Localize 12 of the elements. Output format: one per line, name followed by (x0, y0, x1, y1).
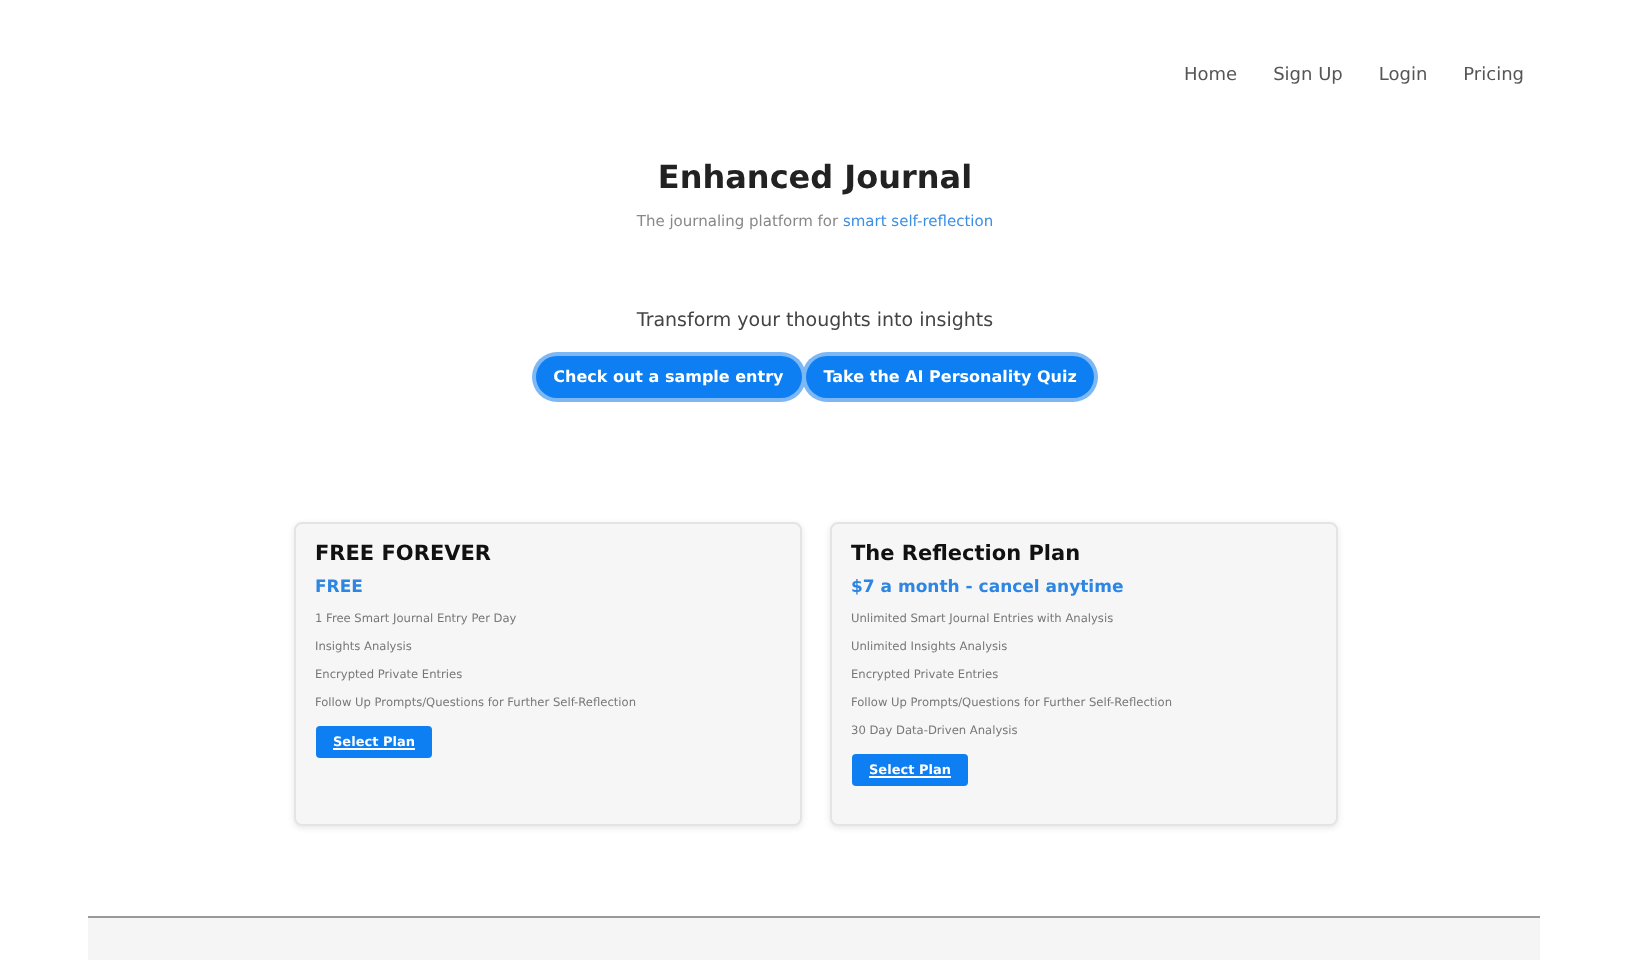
subtitle: Transform your thoughts into insights (636, 310, 994, 332)
cta-button[interactable]: Check out a sample entry (535, 356, 802, 398)
site-title: Enhanced Journal (657, 158, 973, 196)
plan-name: FREE FOREVER (315, 542, 491, 566)
nav-link[interactable]: Pricing (1463, 66, 1524, 86)
plan-price: $7 a month - cancel anytime (851, 578, 1124, 598)
nav-link[interactable]: Sign Up (1273, 66, 1343, 86)
cta-button[interactable]: Take the AI Personality Quiz (805, 356, 1095, 398)
nav-link[interactable]: Home (1184, 66, 1238, 86)
plan-name: The Reflection Plan (851, 542, 1081, 566)
nav-link[interactable]: Login (1378, 66, 1428, 86)
plan-price: FREE (315, 578, 363, 598)
